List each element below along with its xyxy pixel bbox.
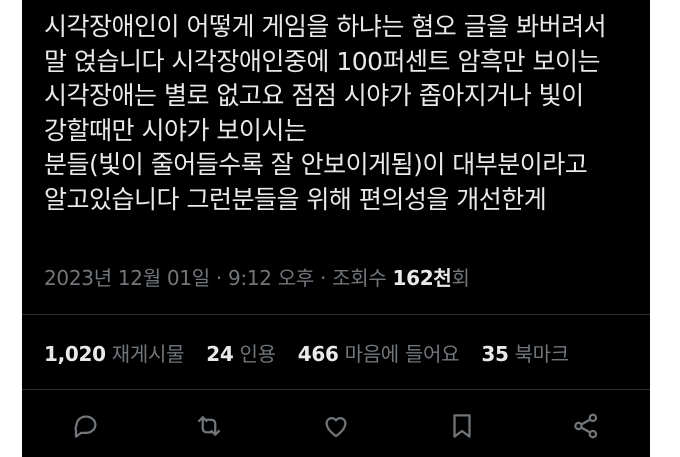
reply-icon (74, 415, 97, 438)
bookmarks-count: 35 (481, 342, 509, 366)
tweet-text-line: 시각장애는 별로 없고요 점점 시야가 좁아지거나 빛이 (44, 81, 584, 110)
tweet-date[interactable]: 2023년 12월 01일 (44, 266, 210, 290)
engagement-stats: 1,020 재게시물 24 인용 466 마음에 들어요 35 북마크 (44, 338, 585, 367)
tweet-text-line: 시각장애인이 어떻게 게임을 하냐는 혐오 글을 봐버려서 (44, 12, 607, 41)
tweet-detail-panel: 시각장애인이 어떻게 게임을 하냐는 혐오 글을 봐버려서 말 얹습니다 시각장… (22, 0, 650, 457)
like-button[interactable] (314, 404, 358, 448)
divider (22, 389, 650, 390)
likes-stat[interactable]: 466 마음에 들어요 (298, 342, 460, 366)
retweet-icon (197, 416, 221, 436)
bookmarks-label: 북마크 (514, 342, 570, 366)
quotes-count: 24 (206, 342, 234, 366)
views-label: 조회수 (332, 266, 393, 290)
meta-separator: · (209, 266, 228, 290)
tweet-text-line: 분들(빛이 줄어들수록 잘 안보이게됨)이 대부분이라고 (44, 150, 588, 179)
likes-label: 마음에 들어요 (344, 342, 460, 366)
bookmark-button[interactable] (440, 404, 484, 448)
tweet-metadata: 2023년 12월 01일 · 9:12 오후 · 조회수 162천회 (44, 262, 470, 291)
reply-button[interactable] (64, 404, 108, 448)
views-suffix: 회 (451, 266, 470, 290)
quotes-stat[interactable]: 24 인용 (206, 342, 276, 366)
share-button[interactable] (564, 404, 608, 448)
tweet-text-line: 알고있습니다 그런분들을 위해 편의성을 개선한게 (44, 184, 547, 214)
bookmarks-stat[interactable]: 35 북마크 (481, 342, 569, 366)
tweet-action-bar (22, 404, 650, 448)
tweet-body: 시각장애인이 어떻게 게임을 하냐는 혐오 글을 봐버려서 말 얹습니다 시각장… (44, 10, 644, 217)
divider (22, 314, 650, 315)
retweet-button[interactable] (187, 404, 231, 448)
quotes-label: 인용 (239, 342, 276, 366)
bookmark-icon (453, 414, 471, 438)
meta-separator: · (313, 266, 333, 290)
views-count: 162천 (392, 266, 452, 290)
retweets-label: 재게시물 (111, 342, 185, 366)
like-icon (325, 417, 347, 438)
tweet-text-line: 강할때만 시야가 보이시는 (44, 115, 307, 145)
likes-count: 466 (297, 342, 339, 366)
retweets-stat[interactable]: 1,020 재게시물 (44, 342, 184, 366)
share-icon (574, 413, 598, 439)
retweets-count: 1,020 (44, 342, 106, 366)
tweet-time[interactable]: 9:12 오후 (228, 266, 314, 290)
tweet-text-line: 말 얹습니다 시각장애인중에 100퍼센트 암흑만 보이는 (44, 46, 600, 76)
